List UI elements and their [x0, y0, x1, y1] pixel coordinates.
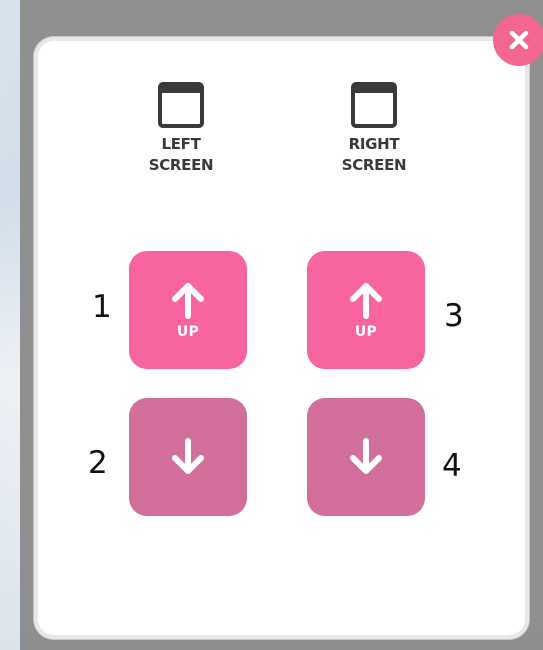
up-button-label: UP: [176, 324, 200, 340]
left-screen-down-button[interactable]: [129, 398, 247, 516]
right-screen-up-button[interactable]: UP: [307, 251, 425, 369]
app-stage: LEFT SCREEN RIGHT SCREEN UP UP 1 2 3 4: [0, 0, 543, 650]
left-screen-header: LEFT SCREEN: [121, 82, 241, 176]
annotation-number-2: 2: [88, 445, 108, 481]
left-screen-label: LEFT SCREEN: [121, 134, 241, 176]
right-screen-header: RIGHT SCREEN: [314, 82, 434, 176]
window-icon: [351, 82, 397, 128]
right-screen-label-line1: RIGHT: [348, 135, 400, 153]
up-button-label: UP: [354, 324, 378, 340]
arrow-down-icon: [172, 438, 204, 474]
left-screen-up-button[interactable]: UP: [129, 251, 247, 369]
annotation-number-1: 1: [92, 289, 112, 325]
annotation-number-3: 3: [444, 298, 464, 334]
background-strip: [0, 0, 20, 650]
window-icon: [158, 82, 204, 128]
arrow-up-icon: [172, 283, 204, 319]
close-button[interactable]: [493, 14, 543, 66]
right-screen-down-button[interactable]: [307, 398, 425, 516]
right-screen-label: RIGHT SCREEN: [314, 134, 434, 176]
screen-control-dialog: [34, 37, 529, 639]
arrow-up-icon: [350, 283, 382, 319]
close-x-icon: [509, 30, 529, 50]
annotation-number-4: 4: [442, 448, 462, 484]
left-screen-label-line1: LEFT: [161, 135, 201, 153]
left-screen-label-line2: SCREEN: [148, 156, 214, 174]
right-screen-label-line2: SCREEN: [341, 156, 407, 174]
arrow-down-icon: [350, 438, 382, 474]
